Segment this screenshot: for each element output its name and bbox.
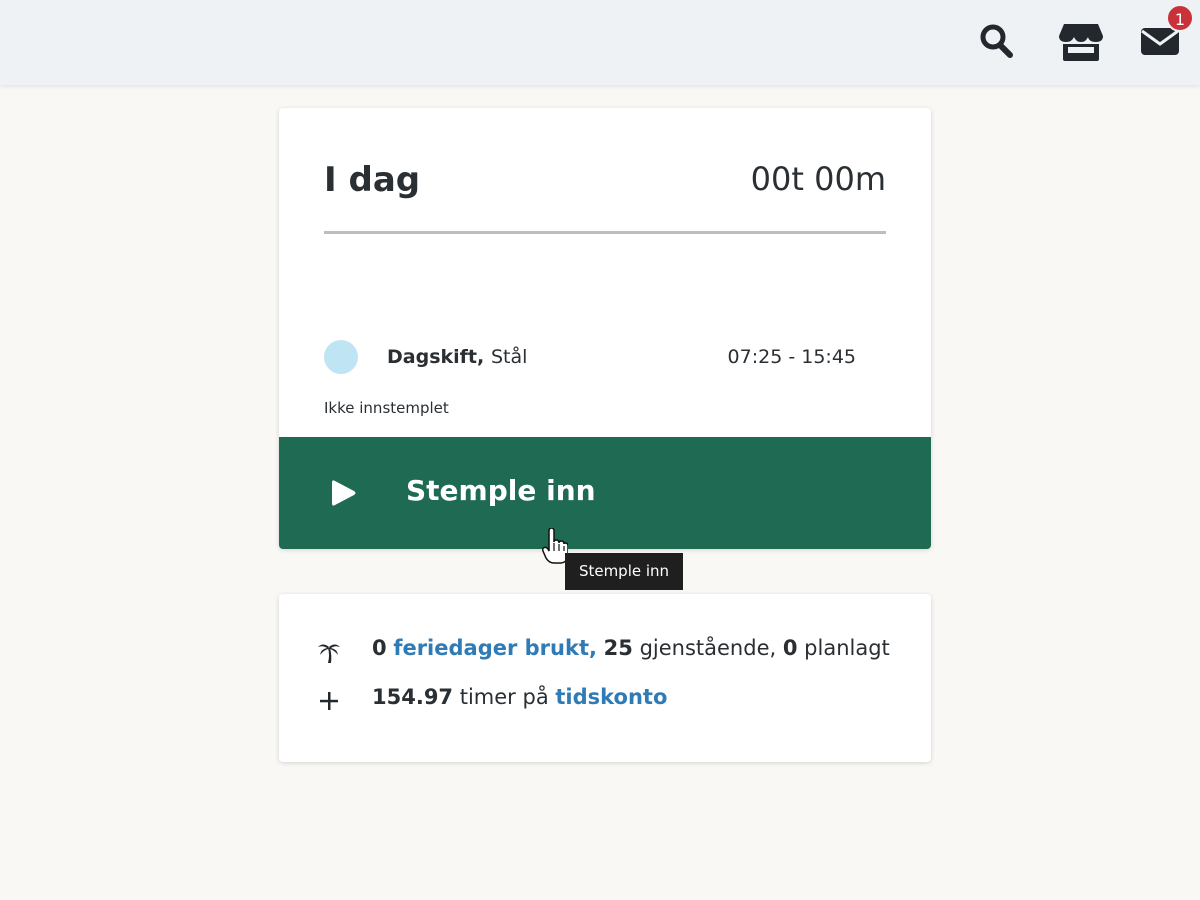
vacation-planned-label: planlagt	[804, 636, 890, 660]
stats-card: 0 feriedager brukt, 25 gjenstående, 0 pl…	[279, 594, 931, 762]
vacation-remaining-label: gjenstående,	[639, 636, 777, 660]
store-icon[interactable]	[1058, 21, 1104, 61]
plus-icon	[320, 692, 338, 710]
time-account-link[interactable]: tidskonto	[555, 685, 667, 709]
hours-label: timer på	[459, 685, 549, 709]
shift-color-dot	[324, 340, 358, 374]
shift-time: 07:25 - 15:45	[727, 346, 856, 368]
notification-badge[interactable]: 1	[1166, 4, 1194, 32]
divider	[324, 231, 886, 234]
vacation-remaining-count: 25	[603, 636, 633, 660]
clock-in-button[interactable]: Stemple inn	[279, 437, 931, 549]
vacation-planned-count: 0	[782, 636, 798, 660]
clock-in-label: Stemple inn	[406, 474, 596, 507]
play-icon	[332, 480, 356, 506]
search-icon[interactable]	[979, 21, 1015, 61]
top-bar: 1	[0, 0, 1200, 85]
tooltip: Stemple inn	[565, 553, 683, 590]
today-card: I dag 00t 00m Dagskift, Stål 07:25 - 15:…	[279, 108, 931, 549]
shift-department: Stål	[491, 346, 528, 368]
today-total-time: 00t 00m	[750, 160, 886, 198]
vacation-used-link[interactable]: feriedager brukt,	[393, 636, 597, 660]
hours-value: 154.97	[372, 685, 454, 709]
palm-tree-icon	[318, 644, 340, 663]
vacation-used-count: 0	[372, 636, 387, 660]
clock-status: Ikke innstemplet	[324, 399, 449, 417]
today-title: I dag	[324, 160, 421, 200]
shift-name: Dagskift,	[387, 346, 485, 368]
